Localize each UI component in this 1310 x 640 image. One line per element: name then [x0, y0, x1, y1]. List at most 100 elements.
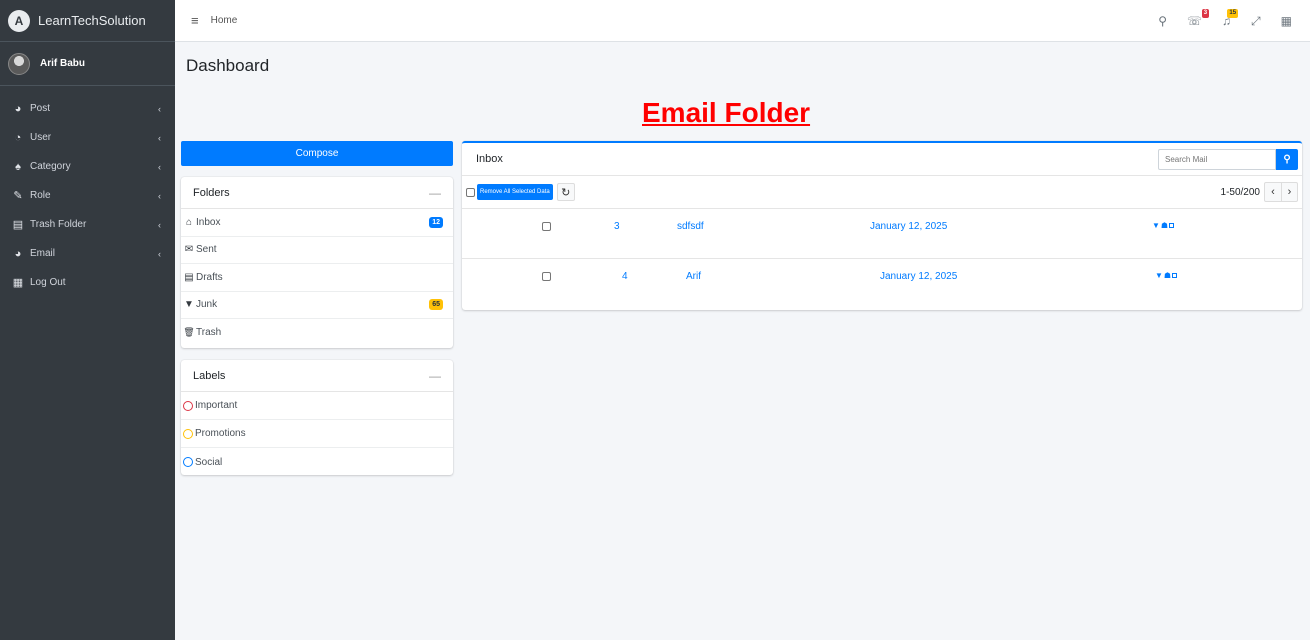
refresh-button[interactable]: ↻: [556, 183, 575, 201]
label-item-important[interactable]: Important: [181, 392, 453, 420]
trash-icon: 🗑: [183, 327, 195, 338]
sidebar-item-category[interactable]: ♠ Category ‹: [0, 152, 175, 181]
user-panel[interactable]: Arif Babu: [0, 42, 175, 86]
folder-label: Drafts: [196, 271, 223, 283]
mail-date[interactable]: January 12, 2025: [870, 221, 947, 232]
search-input[interactable]: [1158, 148, 1276, 170]
row-checkbox[interactable]: [542, 272, 551, 281]
apps-icon[interactable]: ▦: [1281, 14, 1292, 28]
folder-item-sent[interactable]: ✉ Sent: [181, 237, 453, 264]
folder-label: Junk: [196, 299, 218, 311]
search-icon[interactable]: ⚲: [1158, 14, 1167, 28]
mail-id[interactable]: 4: [622, 271, 628, 282]
collapse-icon[interactable]: —: [429, 186, 441, 200]
chevron-left-icon: ‹: [158, 248, 161, 259]
folder-item-trash[interactable]: 🗑 Trash: [181, 319, 453, 347]
next-page-button[interactable]: ›: [1281, 183, 1297, 201]
pie-chart-icon: ◔: [14, 131, 22, 144]
avatar: [8, 52, 30, 75]
mail-subject[interactable]: sdfsdf: [677, 221, 704, 232]
sidebar-item-post[interactable]: ◕ Post ‹: [0, 94, 175, 123]
folder-label: Inbox: [196, 216, 221, 228]
archive-icon: ▤: [12, 219, 24, 231]
circle-icon: [183, 457, 193, 467]
row-actions: ▼ ☗: [1152, 221, 1175, 230]
labels-card: Labels — Important Promotions Social: [181, 360, 453, 475]
pager-buttons: ‹ ›: [1264, 182, 1298, 202]
mail-id[interactable]: 3: [614, 221, 620, 232]
email-folder-heading: Email Folder: [642, 97, 811, 128]
view-icon[interactable]: [1169, 223, 1175, 228]
fullscreen-icon[interactable]: ⤢: [1251, 14, 1261, 29]
table-row[interactable]: 4 Arif January 12, 2025 ▼ ☗: [462, 259, 1302, 309]
notifications-icon[interactable]: ♫ 15: [1222, 9, 1239, 28]
sidebar-item-label: Email: [30, 248, 56, 259]
tachometer-icon: ◕: [14, 102, 22, 115]
search-button[interactable]: ⚲: [1276, 148, 1298, 170]
collapse-icon[interactable]: —: [429, 369, 441, 383]
label-text: Promotions: [195, 428, 246, 439]
search-group: ⚲: [1158, 148, 1298, 170]
delete-icon[interactable]: ▼: [1152, 221, 1160, 230]
inbox-header: Inbox ⚲: [462, 143, 1302, 176]
edit-icon: ✎: [13, 190, 23, 202]
home-link[interactable]: Home: [211, 15, 238, 26]
topbar-actions: ⚲ ☏ 3 ♫ 15 ⤢ ▦: [1158, 0, 1292, 42]
pagination: 1-50/200 ‹ ›: [1221, 182, 1298, 202]
circle-icon: [183, 400, 193, 411]
filter-icon: ▼: [184, 299, 194, 311]
table-row[interactable]: 3 sdfsdf January 12, 2025 ▼ ☗: [462, 209, 1302, 259]
grid-icon: ▦: [12, 277, 24, 289]
label-item-promotions[interactable]: Promotions: [181, 420, 453, 448]
mail-date[interactable]: January 12, 2025: [880, 271, 957, 282]
select-all-checkbox[interactable]: [466, 187, 475, 197]
prev-page-button[interactable]: ‹: [1265, 183, 1281, 201]
sidebar-item-trash-folder[interactable]: ▤ Trash Folder ‹: [0, 210, 175, 239]
tree-icon: ♠: [15, 160, 21, 173]
user-name: Arif Babu: [40, 58, 85, 69]
brand-link[interactable]: A LearnTechSolution: [0, 0, 175, 42]
view-icon[interactable]: [1172, 273, 1178, 278]
menu-icon[interactable]: ≡: [191, 13, 199, 28]
label-item-social[interactable]: Social: [181, 448, 453, 476]
sidebar-item-label: Role: [30, 190, 51, 201]
folder-label: Trash: [196, 327, 222, 339]
mail-subject[interactable]: Arif: [686, 271, 701, 282]
folder-item-inbox[interactable]: ⌂ Inbox 12: [181, 209, 453, 237]
sidebar-item-log-out[interactable]: ▦ Log Out: [0, 268, 175, 297]
sidebar-item-email[interactable]: ◕ Email ‹: [0, 239, 175, 268]
messages-glyph: ☏: [1187, 14, 1203, 28]
label-text: Social: [195, 456, 223, 468]
folders-title: Folders: [193, 186, 230, 199]
labels-title: Labels: [193, 369, 226, 382]
chevron-left-icon: ‹: [158, 132, 161, 143]
topbar: ≡ Home ⚲ ☏ 3 ♫ 15 ⤢ ▦: [175, 0, 1310, 42]
sidebar-item-label: Log Out: [30, 277, 66, 288]
messages-icon[interactable]: ☏ 3: [1187, 9, 1210, 28]
circle-icon: [183, 428, 193, 439]
chevron-left-icon: ‹: [158, 161, 161, 172]
chevron-left-icon: ‹: [158, 219, 161, 230]
tachometer-icon: ◕: [14, 247, 22, 260]
compose-button[interactable]: Compose: [181, 141, 453, 166]
messages-badge: 3: [1201, 9, 1210, 18]
sidebar-item-user[interactable]: ◔ User ‹: [0, 123, 175, 152]
folder-item-junk[interactable]: ▼ Junk 65: [181, 292, 453, 319]
restore-icon[interactable]: ☗: [1161, 221, 1168, 230]
restore-icon[interactable]: ☗: [1164, 271, 1171, 280]
remove-selected-button[interactable]: Remove All Selected Data: [477, 184, 553, 200]
folder-item-drafts[interactable]: ▤ Drafts: [181, 264, 453, 292]
junk-count-badge: 65: [429, 299, 443, 311]
labels-header: Labels —: [181, 360, 453, 392]
sidebar-item-label: Post: [30, 103, 51, 114]
sidebar-item-role[interactable]: ✎ Role ‹: [0, 181, 175, 210]
row-actions: ▼ ☗: [1155, 271, 1178, 280]
inbox-card: Inbox ⚲ Remove All Selected Data ↻ 1-50/…: [462, 141, 1302, 310]
delete-icon[interactable]: ▼: [1155, 271, 1163, 280]
folders-header: Folders —: [181, 177, 453, 209]
mail-toolbar: Remove All Selected Data ↻ 1-50/200 ‹ ›: [462, 176, 1302, 209]
sidebar-nav: ◕ Post ‹ ◔ User ‹ ♠ Category ‹ ✎ Role ‹ …: [0, 94, 175, 297]
pager-text: 1-50/200: [1220, 186, 1260, 198]
folder-label: Sent: [196, 244, 217, 256]
row-checkbox[interactable]: [542, 222, 551, 231]
